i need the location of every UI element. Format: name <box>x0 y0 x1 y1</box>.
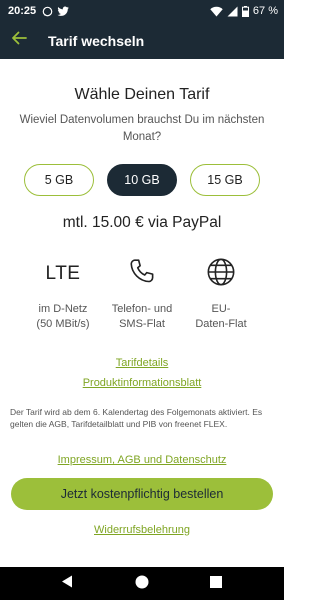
price-label: mtl. 15.00 € via PayPal <box>62 214 222 231</box>
order-button[interactable]: Jetzt kostenpflichtig bestellen <box>11 478 273 510</box>
arrow-left-icon <box>11 31 27 50</box>
order-button-label: Jetzt kostenpflichtig bestellen <box>60 487 224 501</box>
nav-recents-button[interactable] <box>207 575 225 593</box>
battery-percent: 67 % <box>252 5 278 17</box>
lte-icon: LTE <box>45 263 81 284</box>
app-bar: Tarif wechseln <box>0 22 284 59</box>
feature-lte: LTE im D-Netz (50 MBit/s) <box>18 256 108 332</box>
plan-option-5gb[interactable]: 5 GB <box>24 164 94 196</box>
tariff-subheading: Wieviel Datenvolumen brauchst Du im näch… <box>19 114 265 143</box>
imprint-link[interactable]: Impressum, AGB und Datenschutz <box>0 454 284 466</box>
wifi-icon <box>210 6 223 17</box>
feature-line: (50 MBit/s) <box>36 318 90 330</box>
feature-line: SMS-Flat <box>119 318 165 330</box>
feature-line: EU- <box>211 303 231 315</box>
plan-label: 10 GB <box>124 173 160 187</box>
plan-label: 5 GB <box>44 173 74 187</box>
recents-square-icon <box>210 575 222 593</box>
feature-line: im D-Netz <box>38 303 88 315</box>
globe-icon <box>205 256 237 293</box>
feature-eu: EU- Daten-Flat <box>176 256 266 332</box>
plan-label: 15 GB <box>207 173 243 187</box>
tariff-content: Wähle Deinen Tarif Wieviel Datenvolumen … <box>0 59 284 567</box>
phone-icon <box>127 257 157 292</box>
back-button[interactable] <box>0 22 38 59</box>
feature-list: LTE im D-Netz (50 MBit/s) Telefon- und S… <box>0 256 284 336</box>
feature-label: Telefon- und SMS-Flat <box>97 302 187 332</box>
product-info-link[interactable]: Produktinformationsblatt <box>0 377 284 389</box>
tariff-heading: Wähle Deinen Tarif <box>74 86 210 103</box>
plan-option-15gb[interactable]: 15 GB <box>190 164 260 196</box>
nav-home-button[interactable] <box>133 575 151 593</box>
feature-label: EU- Daten-Flat <box>176 302 266 332</box>
whatsapp-icon <box>42 6 53 17</box>
nav-back-button[interactable] <box>58 575 76 593</box>
plan-option-10gb[interactable]: 10 GB <box>107 164 177 196</box>
system-nav-bar <box>0 567 284 600</box>
feature-label: im D-Netz (50 MBit/s) <box>18 302 108 332</box>
back-triangle-icon <box>61 575 73 593</box>
withdrawal-link[interactable]: Widerrufsbelehrung <box>0 524 284 536</box>
home-circle-icon <box>135 575 149 594</box>
feature-line: Telefon- und <box>111 303 173 315</box>
tariff-details-link[interactable]: Tarifdetails <box>0 357 284 369</box>
feature-line: Daten-Flat <box>195 318 247 330</box>
battery-icon <box>241 5 249 17</box>
twitter-icon <box>57 6 70 17</box>
status-bar: 20:25 67 % <box>0 0 284 22</box>
legal-text: Der Tarif wird ab dem 6. Kalendertag des… <box>10 407 263 429</box>
signal-icon <box>227 6 238 17</box>
page-title: Tarif wechseln <box>48 32 145 49</box>
feature-phone: Telefon- und SMS-Flat <box>97 256 187 332</box>
status-time: 20:25 <box>8 5 37 17</box>
plan-selector: 5 GB 10 GB 15 GB <box>0 164 284 196</box>
